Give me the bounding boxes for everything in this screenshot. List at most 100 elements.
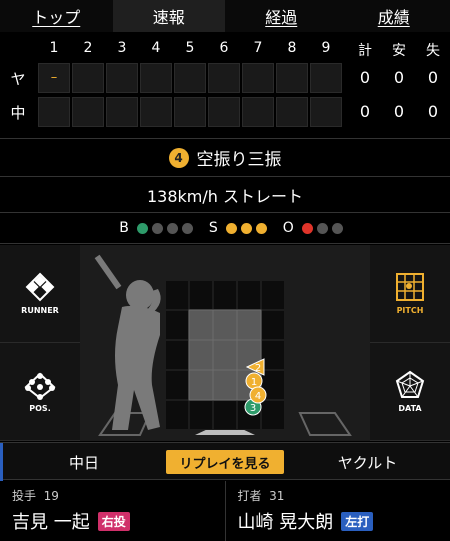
ball-dot <box>136 222 148 234</box>
total-errors: 0 <box>427 102 439 121</box>
pitcher-name-line: 吉見 一起 右投 <box>12 508 213 534</box>
inning-header: 4 <box>151 40 161 56</box>
inning-header: 2 <box>83 40 93 56</box>
svg-text:1: 1 <box>251 377 257 388</box>
team-name: ヤ <box>10 70 26 88</box>
tab-top[interactable]: トップ <box>0 0 113 32</box>
inning-cell <box>140 63 172 93</box>
inning-header: 9 <box>321 40 331 56</box>
pitcher-number: 19 <box>43 489 59 503</box>
play-number-badge: 4 <box>168 147 189 168</box>
count-bar: B S O <box>0 212 450 244</box>
batter-number: 31 <box>269 489 285 503</box>
batter-name-line: 山崎 晃大朗 左打 <box>238 508 439 534</box>
ball-dot <box>166 222 178 234</box>
pitch-marker-1: 1 <box>245 372 263 390</box>
pitch-button[interactable]: PITCH <box>370 245 450 343</box>
total-runs: 0 <box>359 68 371 87</box>
inning-header: 5 <box>185 40 195 56</box>
inning-cell: – <box>38 63 70 93</box>
pitcher-info[interactable]: 投手 19 吉見 一起 右投 <box>0 481 225 541</box>
total-errors: 0 <box>427 68 439 87</box>
tab-progress-label: 経過 <box>265 8 298 27</box>
pitcher-name: 吉見 一起 <box>12 512 90 533</box>
inning-header: 6 <box>219 40 229 56</box>
scoreboard: 1 2 3 4 5 6 7 8 9 計 安 失 ヤ – 0 0 0 中 0 0 … <box>0 32 450 136</box>
pitcher-hand-badge: 右投 <box>97 511 130 531</box>
inning-cell <box>140 97 172 127</box>
inning-cell <box>276 63 308 93</box>
batter-role: 打者 <box>237 489 262 503</box>
svg-text:3: 3 <box>250 403 256 414</box>
total-header-runs: 計 <box>358 43 372 59</box>
runner-button[interactable]: RUNNER <box>0 245 80 343</box>
tab-stats[interactable]: 成績 <box>338 0 450 32</box>
batter-hand-badge: 左打 <box>341 511 374 531</box>
data-button[interactable]: DATA <box>370 343 450 441</box>
inning-header: 8 <box>287 40 297 56</box>
play-result-text: 空振り三振 <box>196 150 282 170</box>
away-team-tab[interactable]: ヤクルト <box>285 443 450 481</box>
replay-button[interactable]: リプレイを見る <box>166 450 284 474</box>
inning-header: 1 <box>49 40 59 56</box>
fielders-icon <box>24 372 56 400</box>
pitch-button-label: PITCH <box>396 306 424 315</box>
ball-dot <box>151 222 163 234</box>
total-runs: 0 <box>359 102 371 121</box>
tab-progress[interactable]: 経過 <box>225 0 338 32</box>
pitch-info-bar: 138km/h ストレート <box>0 176 450 212</box>
out-dot <box>301 222 313 234</box>
pitch-view: 2 1 3 4 RUNNER POS. PITCH DATA <box>0 245 450 441</box>
pitcher-role: 投手 <box>12 489 37 503</box>
tab-stats-label: 成績 <box>377 8 410 27</box>
strike-dot <box>255 222 267 234</box>
scoreboard-header: 1 2 3 4 5 6 7 8 9 計 安 失 <box>0 40 450 60</box>
team-name: 中 <box>10 104 26 122</box>
strike-dot <box>240 222 252 234</box>
inning-cell <box>174 97 206 127</box>
ball-label: B <box>119 220 129 236</box>
team-row-visitor: ヤ – 0 0 0 <box>0 63 450 95</box>
ball-dot <box>181 222 193 234</box>
strike-label: S <box>208 220 218 236</box>
team-bar: 中日 リプレイを見る ヤクルト <box>0 442 450 481</box>
inning-cell <box>310 97 342 127</box>
top-tabs: トップ 速報 経過 成績 <box>0 0 450 32</box>
diamond-icon <box>25 272 55 302</box>
player-info: 投手 19 吉見 一起 右投 打者 31 山崎 晃大朗 左打 <box>0 481 450 541</box>
svg-text:4: 4 <box>255 391 261 402</box>
inning-cell <box>106 63 138 93</box>
pitcher-role-line: 投手 19 <box>12 487 213 504</box>
position-button[interactable]: POS. <box>0 343 80 441</box>
out-dot <box>331 222 343 234</box>
position-button-label: POS. <box>29 404 51 413</box>
team-row-home: 中 0 0 0 <box>0 97 450 129</box>
tab-top-label: トップ <box>32 8 81 27</box>
home-team-tab[interactable]: 中日 <box>0 443 165 481</box>
tab-live[interactable]: 速報 <box>112 0 225 32</box>
inning-cell <box>208 97 240 127</box>
inning-cell <box>106 97 138 127</box>
radar-chart-icon <box>395 370 425 398</box>
out-label: O <box>282 220 294 236</box>
runner-button-label: RUNNER <box>21 306 59 315</box>
inning-cell <box>72 63 104 93</box>
inning-cell <box>276 97 308 127</box>
inning-header: 7 <box>253 40 263 56</box>
strike-dot <box>225 222 237 234</box>
inning-header: 3 <box>117 40 127 56</box>
total-header-errors: 失 <box>426 43 440 59</box>
out-dot <box>316 222 328 234</box>
inning-cell <box>38 97 70 127</box>
inning-cell <box>242 97 274 127</box>
inning-cell <box>310 63 342 93</box>
svg-text:2: 2 <box>255 363 261 374</box>
total-header-hits: 安 <box>392 43 406 59</box>
inning-cell <box>242 63 274 93</box>
play-result-bar: 4 空振り三振 <box>0 138 450 176</box>
inning-cell <box>72 97 104 127</box>
inning-cell <box>174 63 206 93</box>
batter-info[interactable]: 打者 31 山崎 晃大朗 左打 <box>224 481 450 541</box>
pitch-grid-icon <box>396 273 424 301</box>
batter-role-line: 打者 31 <box>238 487 439 504</box>
